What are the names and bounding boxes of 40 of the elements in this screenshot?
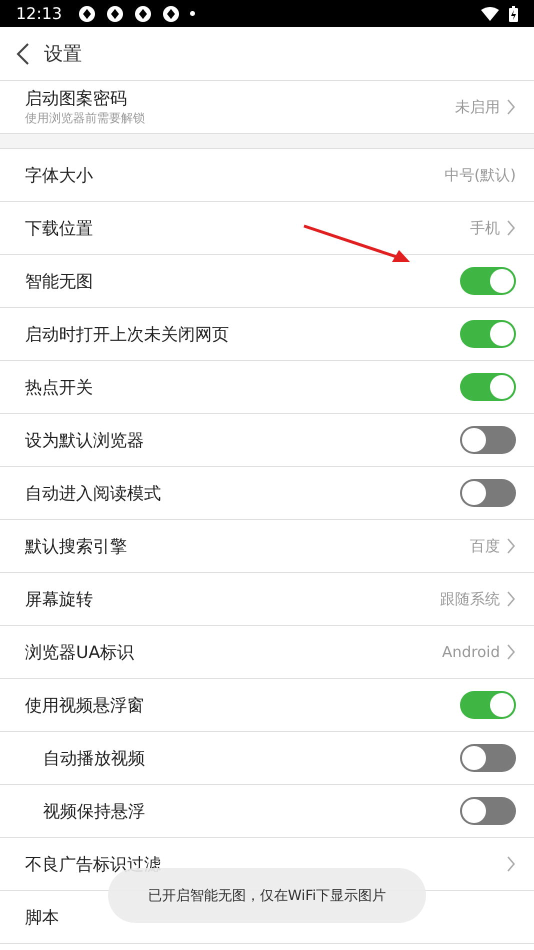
page-title: 设置: [44, 42, 82, 66]
setting-label: 自动播放视频: [43, 748, 146, 770]
setting-label: 字体大小: [25, 164, 94, 186]
setting-label: 下载位置: [25, 218, 94, 240]
setting-label: 设为默认浏览器: [25, 430, 145, 452]
setting-value: 中号(默认): [444, 166, 516, 184]
setting-value: 百度: [470, 536, 500, 556]
dot-icon: [190, 11, 196, 16]
setting-value: 跟随系统: [440, 590, 500, 608]
toggle-switch[interactable]: [460, 320, 516, 348]
toggle-switch[interactable]: [460, 744, 516, 772]
app-icon: [106, 4, 124, 22]
wifi-icon: [481, 6, 499, 20]
setting-label: 启动时打开上次未关闭网页: [25, 324, 230, 346]
toggle-switch[interactable]: [460, 267, 516, 295]
battery-icon: [509, 6, 518, 22]
setting-label: 智能无图: [25, 270, 94, 292]
setting-label: 视频保持悬浮: [43, 800, 146, 822]
setting-label: 启动图案密码: [25, 88, 128, 110]
setting-label: 屏幕旋转: [25, 588, 94, 610]
setting-label: 热点开关: [25, 376, 94, 398]
setting-label: 默认搜索引擎: [25, 536, 128, 558]
app-icon: [78, 4, 96, 22]
setting-label: 浏览器UA标识: [25, 642, 136, 664]
toggle-switch[interactable]: [460, 426, 516, 454]
toggle-switch[interactable]: [460, 691, 516, 719]
setting-subtitle: 使用浏览器前需要解锁: [25, 110, 146, 127]
toggle-switch[interactable]: [460, 797, 516, 825]
setting-value: Android: [442, 643, 500, 661]
toggle-switch[interactable]: [460, 479, 516, 507]
setting-label: 自动进入阅读模式: [25, 482, 162, 504]
status-time: 12:13: [16, 4, 62, 23]
toggle-switch[interactable]: [460, 373, 516, 401]
app-icon: [162, 4, 180, 22]
app-icon: [134, 4, 152, 22]
setting-value: 未启用: [455, 98, 500, 116]
setting-value: 手机: [470, 218, 500, 238]
setting-label: 脚本: [25, 906, 60, 928]
setting-label: 使用视频悬浮窗: [25, 694, 145, 716]
back-button[interactable]: [16, 42, 30, 64]
